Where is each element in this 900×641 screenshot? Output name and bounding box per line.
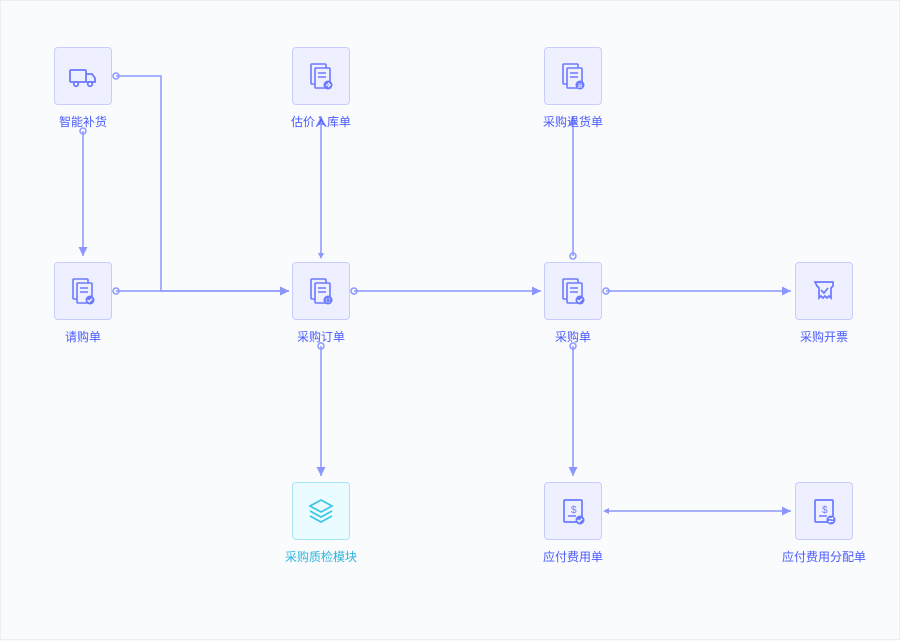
node-label: 应付费用单 xyxy=(543,548,603,565)
node-payable-alloc[interactable]: $ 应付费用分配单 xyxy=(779,482,869,565)
node-purchase-req[interactable]: 请购单 xyxy=(38,262,128,345)
node-payable-fee[interactable]: $ 应付费用单 xyxy=(528,482,618,565)
svg-text:$: $ xyxy=(571,505,577,516)
node-label: 应付费用分配单 xyxy=(782,548,866,565)
doc-check-icon xyxy=(54,262,112,320)
node-valuation-in[interactable]: 估价入库单 xyxy=(276,47,366,130)
node-label: 估价入库单 xyxy=(291,113,351,130)
node-purchase-return[interactable]: 退 采购退货单 xyxy=(528,47,618,130)
connector-lines xyxy=(1,1,900,641)
invoice-icon xyxy=(795,262,853,320)
svg-text:订: 订 xyxy=(325,298,330,305)
doc-order-icon: 订 xyxy=(292,262,350,320)
doc-return-icon: 退 xyxy=(544,47,602,105)
node-label: 采购单 xyxy=(555,328,591,345)
node-qc-module[interactable]: 采购质检模块 xyxy=(276,482,366,565)
node-purchase-invoice[interactable]: 采购开票 xyxy=(779,262,869,345)
node-purchase-bill[interactable]: 采购单 xyxy=(528,262,618,345)
node-label: 请购单 xyxy=(65,328,101,345)
doc-arrow-icon xyxy=(292,47,350,105)
node-label: 采购订单 xyxy=(297,328,345,345)
doc-money-icon: $ xyxy=(544,482,602,540)
node-purchase-order[interactable]: 订 采购订单 xyxy=(276,262,366,345)
node-label: 采购开票 xyxy=(800,328,848,345)
layers-icon xyxy=(292,482,350,540)
node-label: 采购质检模块 xyxy=(285,548,357,565)
doc-check-icon xyxy=(544,262,602,320)
node-label: 智能补货 xyxy=(59,113,107,130)
svg-text:退: 退 xyxy=(577,83,582,90)
svg-text:$: $ xyxy=(822,505,828,516)
node-label: 采购退货单 xyxy=(543,113,603,130)
node-smart-restock[interactable]: 智能补货 xyxy=(38,47,128,130)
truck-icon xyxy=(54,47,112,105)
doc-swap-icon: $ xyxy=(795,482,853,540)
